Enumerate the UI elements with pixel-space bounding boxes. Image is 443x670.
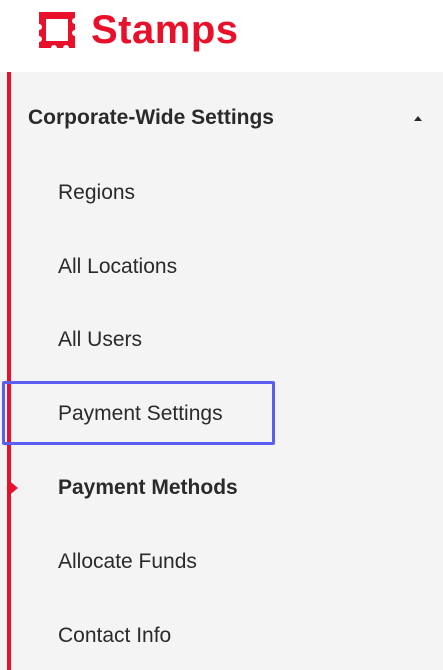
section-title: Corporate-Wide Settings	[28, 106, 274, 129]
header: Stamps	[0, 0, 443, 72]
sidebar-item-all-users[interactable]: All Users	[58, 318, 142, 362]
sidebar-item-payment-methods[interactable]: Payment Methods	[58, 466, 238, 510]
sidebar-accent-bar	[7, 72, 11, 670]
sidebar-item-all-locations[interactable]: All Locations	[58, 245, 177, 289]
caret-up-icon	[414, 115, 422, 121]
brand-name: Stamps	[91, 8, 239, 52]
sidebar-item-allocate-funds[interactable]: Allocate Funds	[58, 540, 197, 584]
stamp-icon	[35, 8, 79, 52]
sidebar-item-payment-settings[interactable]: Payment Settings	[58, 392, 223, 436]
brand-logo[interactable]: Stamps	[35, 8, 239, 52]
sidebar-item-regions[interactable]: Regions	[58, 171, 135, 215]
section-corporate-wide-settings[interactable]: Corporate-Wide Settings	[28, 96, 428, 140]
active-item-marker	[7, 479, 18, 497]
sidebar-item-contact-info[interactable]: Contact Info	[58, 614, 171, 658]
